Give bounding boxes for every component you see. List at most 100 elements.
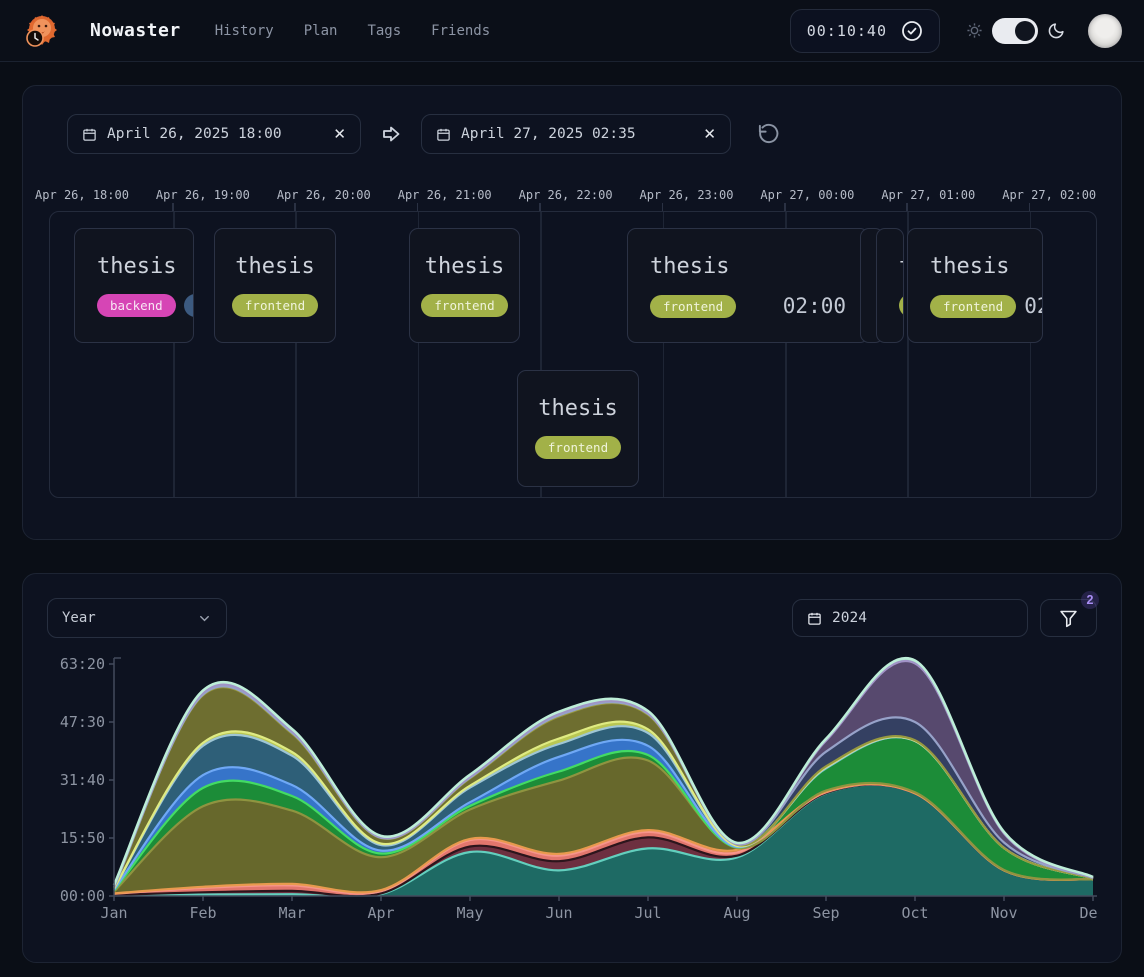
group-by-select[interactable]: Year [47,598,227,638]
clear-start-button[interactable]: ✕ [333,127,346,142]
group-by-value: Year [62,610,96,626]
session-card[interactable]: thesis frontend02:00 [627,228,869,343]
sessions-panel: April 26, 2025 18:00 ✕ April 27, 2025 02… [22,85,1122,540]
timeline-column-label: Apr 27, 02:00 [1002,188,1096,202]
timeline-hour-tick [1029,203,1031,211]
nav-link-friends[interactable]: Friends [431,23,490,39]
app-logo-icon [22,12,60,50]
calendar-icon [807,611,822,626]
timeline-hour-tick [294,203,296,211]
moon-icon [1047,21,1066,40]
nav-links: History Plan Tags Friends [215,23,490,39]
timeline-hour-tick [784,203,786,211]
stats-controls: Year 2024 2 [47,598,1097,638]
reset-range-button[interactable] [757,123,780,146]
tag-pill-backend: backend [97,294,176,317]
stats-chart: 00:0015:5031:4047:3063:20JanFebMarAprMay… [47,650,1099,952]
y-tick-label: 15:50 [60,829,105,847]
session-title: thesis [650,254,729,279]
year-picker[interactable]: 2024 [792,599,1028,637]
avatar[interactable] [1088,14,1122,48]
x-tick-label: Oct [901,904,928,922]
timeline-hour-tick [172,203,174,211]
range-end-picker[interactable]: April 27, 2025 02:35 ✕ [421,114,731,154]
timeline: Apr 26, 18:00Apr 26, 19:00Apr 26, 20:00A… [49,188,1097,498]
x-tick-label: Apr [367,904,394,922]
calendar-icon [436,127,451,142]
nav-link-plan[interactable]: Plan [304,23,338,39]
tag-pill-frontend: frontend [650,295,736,318]
timeline-column-label: Apr 26, 22:00 [519,188,613,202]
session-card[interactable]: thesis backenddatabase [74,228,194,343]
theme-toggle[interactable] [992,18,1038,44]
timeline-column-label: Apr 27, 00:00 [760,188,854,202]
x-tick-label: Feb [189,904,216,922]
range-end-value: April 27, 2025 02:35 [461,126,636,142]
session-title: thesis [930,254,1009,279]
session-tag-row: frontend [535,436,621,459]
check-circle-icon[interactable] [901,20,923,42]
session-card[interactable]: thesis frontend [409,228,520,343]
y-tick-label: 47:30 [60,713,105,731]
session-tag-row: frontend02:00 [650,294,846,318]
timeline-headers: Apr 26, 18:00Apr 26, 19:00Apr 26, 20:00A… [49,188,1097,202]
top-nav: Nowaster History Plan Tags Friends 00:10:40 [0,0,1144,62]
brand[interactable]: Nowaster [90,20,181,41]
funnel-icon [1058,608,1079,629]
x-tick-label: Nov [990,904,1017,922]
session-card[interactable]: thesis frontend [876,228,904,343]
session-card[interactable]: thesisfrontend [517,370,639,487]
session-title: thesis [425,254,504,279]
timeline-hour-tick [539,203,541,211]
session-tag-row: backenddatabase [97,294,194,317]
timeline-hour-tick [662,203,664,211]
nav-link-history[interactable]: History [215,23,274,39]
timer-value: 00:10:40 [807,22,887,40]
x-tick-label: Dec [1079,904,1099,922]
x-tick-label: Aug [723,904,750,922]
session-title: thesis [235,254,314,279]
session-tag-row: frontend02:35 [930,294,1020,318]
x-tick-label: Jul [634,904,661,922]
session-card[interactable]: thesis frontend [214,228,336,343]
brand-name: Nowaster [90,20,181,41]
timeline-hour-tick [417,203,419,211]
session-title: thesis [97,254,176,279]
session-card[interactable]: thesis frontend02:35 [907,228,1043,343]
timeline-box: thesisbackenddatabasethesisfrontendthesi… [49,211,1097,498]
timeline-column-label: Apr 27, 01:00 [881,188,975,202]
year-value: 2024 [832,610,867,626]
timeline-column-label: Apr 26, 20:00 [277,188,371,202]
x-tick-label: Sep [812,904,839,922]
clear-end-button[interactable]: ✕ [703,127,716,142]
y-tick-label: 31:40 [60,771,105,789]
timer-pill[interactable]: 00:10:40 [790,9,940,53]
calendar-icon [82,127,97,142]
timeline-hour-tick [906,203,908,211]
y-tick-label: 00:00 [60,887,105,905]
x-tick-label: Mar [278,904,305,922]
session-title: thesis [899,254,904,279]
toggle-knob [1015,21,1035,41]
timeline-ticks [49,202,1097,211]
filter-button[interactable]: 2 [1040,599,1097,637]
tag-pill-frontend: frontend [232,294,318,317]
range-start-picker[interactable]: April 26, 2025 18:00 ✕ [67,114,361,154]
stats-panel: Year 2024 2 [22,573,1122,963]
session-tag-row: frontend [421,294,507,317]
range-start-value: April 26, 2025 18:00 [107,126,282,142]
timeline-column-label: Apr 26, 23:00 [640,188,734,202]
chart-area: 00:0015:5031:4047:3063:20JanFebMarAprMay… [47,650,1097,956]
arrow-right-icon [379,122,403,146]
filter-count-badge: 2 [1081,591,1099,609]
timeline-column-label: Apr 26, 21:00 [398,188,492,202]
tag-pill-frontend: frontend [535,436,621,459]
tag-pill-frontend: frontend [899,294,904,317]
x-tick-label: Jun [545,904,572,922]
chevron-down-icon [197,611,212,626]
nav-link-tags[interactable]: Tags [367,23,401,39]
x-tick-label: Jan [100,904,127,922]
sun-icon [966,22,983,39]
x-tick-label: May [456,904,483,922]
session-duration: 02:35 [1024,294,1043,318]
